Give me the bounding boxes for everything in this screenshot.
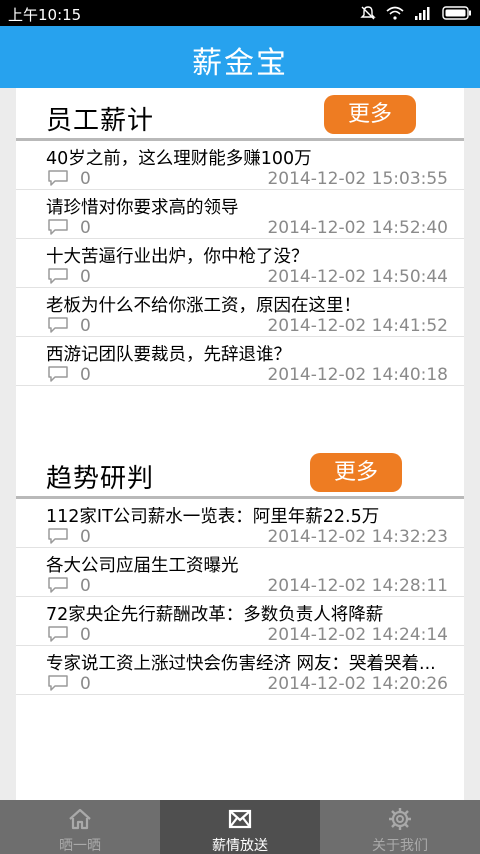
status-icons: [360, 4, 472, 22]
mute-icon: [360, 6, 376, 20]
tab-salary-news[interactable]: 薪情放送: [160, 800, 320, 854]
list-item[interactable]: 各大公司应届生工资曝光 0 2014-12-02 14:28:11: [16, 548, 464, 597]
item-title: 112家IT公司薪水一览表：阿里年薪22.5万: [46, 507, 380, 527]
list-item[interactable]: 老板为什么不给你涨工资，原因在这里！ 0 2014-12-02 14:41:52: [16, 288, 464, 337]
title-bar: 薪金宝: [0, 26, 480, 88]
item-date: 2014-12-02 14:24:14: [267, 625, 448, 645]
item-date: 2014-12-02 14:41:52: [267, 316, 448, 336]
comment-count: 0: [80, 625, 91, 645]
main-content: 员工薪计 更多 40岁之前，这么理财能多赚100万 0 2014-12-02 1…: [16, 88, 464, 800]
item-date: 2014-12-02 14:50:44: [267, 267, 448, 287]
item-date: 2014-12-02 14:20:26: [267, 674, 448, 694]
comment-count: 0: [80, 576, 91, 596]
status-time: 上午10:15: [8, 6, 82, 24]
list-item[interactable]: 请珍惜对你要求高的领导 0 2014-12-02 14:52:40: [16, 190, 464, 239]
section-trend-analysis: 趋势研判 更多 112家IT公司薪水一览表：阿里年薪22.5万 0 2014-1…: [16, 446, 464, 695]
tab-about-us[interactable]: 关于我们: [320, 800, 480, 854]
list-item[interactable]: 十大苦逼行业出炉，你中枪了没？ 0 2014-12-02 14:50:44: [16, 239, 464, 288]
more-button[interactable]: 更多: [324, 95, 416, 134]
mail-icon: [228, 809, 252, 829]
section-employee-salary: 员工薪计 更多 40岁之前，这么理财能多赚100万 0 2014-12-02 1…: [16, 88, 464, 386]
comment-icon: [48, 317, 68, 333]
battery-icon: [442, 6, 471, 20]
item-title: 西游记团队要裁员，先辞退谁？: [46, 345, 291, 365]
item-title: 72家央企先行薪酬改革：多数负责人将降薪: [46, 605, 384, 625]
app-title: 薪金宝: [192, 46, 288, 81]
more-button[interactable]: 更多: [310, 453, 402, 492]
item-date: 2014-12-02 14:32:23: [267, 527, 448, 547]
wifi-icon: [386, 6, 404, 20]
comment-icon: [48, 577, 68, 593]
item-title: 40岁之前，这么理财能多赚100万: [46, 149, 312, 169]
tab-show[interactable]: 晒一晒: [0, 800, 160, 854]
comment-icon: [48, 268, 68, 284]
signal-icon: [415, 7, 430, 20]
comment-count: 0: [80, 218, 91, 238]
tab-label: 薪情放送: [212, 838, 268, 854]
comment-icon: [48, 170, 68, 186]
list-item[interactable]: 72家央企先行薪酬改革：多数负责人将降薪 0 2014-12-02 14:24:…: [16, 597, 464, 646]
item-date: 2014-12-02 14:52:40: [267, 218, 448, 238]
section-title: 员工薪计: [46, 106, 155, 136]
comment-icon: [48, 675, 68, 691]
comment-icon: [48, 219, 68, 235]
comment-count: 0: [80, 267, 91, 287]
item-title: 请珍惜对你要求高的领导: [46, 198, 239, 218]
item-date: 2014-12-02 15:03:55: [267, 169, 448, 189]
bottom-tab-bar: 晒一晒 薪情放送 关于我们: [0, 800, 480, 854]
comment-icon: [48, 626, 68, 642]
item-date: 2014-12-02 14:40:18: [267, 365, 448, 385]
item-title: 专家说工资上涨过快会伤害经济 网友：哭着哭着...: [46, 654, 436, 674]
section-header: 员工薪计 更多: [16, 88, 464, 141]
comment-count: 0: [80, 169, 91, 189]
comment-icon: [48, 528, 68, 544]
comment-count: 0: [80, 365, 91, 385]
list-item[interactable]: 专家说工资上涨过快会伤害经济 网友：哭着哭着... 0 2014-12-02 1…: [16, 646, 464, 695]
item-title: 老板为什么不给你涨工资，原因在这里！: [46, 296, 361, 316]
home-icon: [69, 808, 91, 830]
status-bar: 上午10:15: [0, 0, 480, 26]
comment-count: 0: [80, 527, 91, 547]
list-item[interactable]: 40岁之前，这么理财能多赚100万 0 2014-12-02 15:03:55: [16, 141, 464, 190]
item-title: 各大公司应届生工资曝光: [46, 556, 239, 576]
section-header: 趋势研判 更多: [16, 446, 464, 499]
tab-label: 晒一晒: [59, 838, 101, 854]
item-date: 2014-12-02 14:28:11: [267, 576, 448, 596]
comment-count: 0: [80, 674, 91, 694]
comment-icon: [48, 366, 68, 382]
tab-label: 关于我们: [372, 838, 428, 854]
item-title: 十大苦逼行业出炉，你中枪了没？: [46, 247, 309, 267]
section-title: 趋势研判: [46, 464, 155, 494]
comment-count: 0: [80, 316, 91, 336]
list-item[interactable]: 西游记团队要裁员，先辞退谁？ 0 2014-12-02 14:40:18: [16, 337, 464, 386]
gear-icon: [389, 808, 411, 830]
list-item[interactable]: 112家IT公司薪水一览表：阿里年薪22.5万 0 2014-12-02 14:…: [16, 499, 464, 548]
